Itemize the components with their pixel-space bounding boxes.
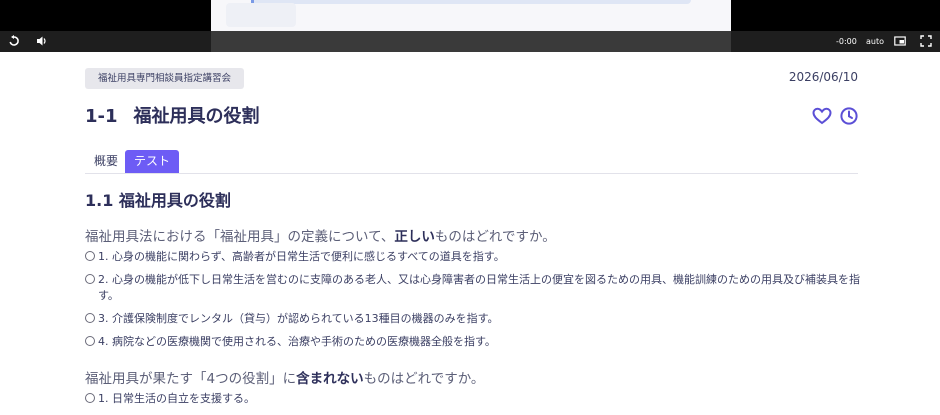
progress-bar[interactable] xyxy=(211,31,731,52)
video-frame xyxy=(211,0,731,31)
answer-option[interactable]: 1. 日常生活の自立を支援する。 xyxy=(85,391,863,407)
answer-option[interactable]: 4. 病院などの医療機関で使用される、治療や手術のための医療機器全般を指す。 xyxy=(85,334,863,350)
replay-icon[interactable] xyxy=(8,35,20,47)
answer-option-label: 4. 病院などの医療機関で使用される、治療や手術のための医療機器全般を指す。 xyxy=(98,335,496,348)
question-emphasis: 正しい xyxy=(394,229,435,245)
lesson-number: 1-1 xyxy=(85,106,118,127)
lesson-title: 福祉用具の役割 xyxy=(133,106,260,127)
radio-button[interactable] xyxy=(85,251,95,261)
answer-option-label: 3. 介護保険制度でレンタル（貸与）が認められている13種目の機器のみを指す。 xyxy=(98,312,499,325)
answer-option[interactable]: 2. 心身の機能が低下し日常生活を営むのに支障のある老人、又は心身障害者の日常生… xyxy=(85,272,863,304)
question-text: 福祉用具が果たす「4つの役割」に xyxy=(85,371,297,387)
radio-button[interactable] xyxy=(85,393,95,403)
tab-overview[interactable]: 概要 xyxy=(85,150,127,173)
tab-test[interactable]: テスト xyxy=(125,150,180,173)
radio-button[interactable] xyxy=(85,313,95,323)
favorite-heart-icon[interactable] xyxy=(812,107,832,125)
course-tag: 福祉用具専門相談員指定講習会 xyxy=(85,68,245,89)
volume-icon[interactable] xyxy=(36,35,48,47)
picture-in-picture-icon[interactable] xyxy=(894,35,906,47)
question-2: 福祉用具が果たす「4つの役割」に含まれないものはどれですか。 xyxy=(85,367,484,387)
course-date: 2026/06/10 xyxy=(788,70,858,84)
fullscreen-icon[interactable] xyxy=(920,35,932,47)
video-frame-chip xyxy=(226,3,296,27)
tab-bar: 概要 テスト xyxy=(85,150,858,174)
answer-option-label: 2. 心身の機能が低下し日常生活を営むのに支障のある老人、又は心身障害者の日常生… xyxy=(98,273,860,302)
question-text-end: ものはどれですか。 xyxy=(363,371,485,387)
quality-selector[interactable]: auto xyxy=(866,31,884,52)
section-title: 1.1 福祉用具の役割 xyxy=(85,191,231,210)
page-title: 1-1 福祉用具の役割 xyxy=(85,102,260,128)
history-clock-icon[interactable] xyxy=(840,107,858,125)
video-frame-bar xyxy=(251,0,691,4)
radio-button[interactable] xyxy=(85,336,95,346)
radio-button[interactable] xyxy=(85,274,95,284)
question-1: 福祉用具法における「福祉用具」の定義について、正しいものはどれですか。 xyxy=(85,225,556,245)
question-emphasis: 含まれない xyxy=(296,371,364,387)
answer-option[interactable]: 1. 心身の機能に関わらず、高齢者が日常生活で便利に感じるすべての道具を指す。 xyxy=(85,249,863,265)
question-text: 福祉用具法における「福祉用具」の定義について、 xyxy=(85,229,395,245)
answer-option-label: 1. 日常生活の自立を支援する。 xyxy=(98,392,255,405)
answer-option[interactable]: 3. 介護保険制度でレンタル（貸与）が認められている13種目の機器のみを指す。 xyxy=(85,311,863,327)
question-text-end: ものはどれですか。 xyxy=(434,229,556,245)
time-display: -0:00 xyxy=(836,37,857,46)
answer-option-label: 1. 心身の機能に関わらず、高齢者が日常生活で便利に感じるすべての道具を指す。 xyxy=(98,250,505,263)
